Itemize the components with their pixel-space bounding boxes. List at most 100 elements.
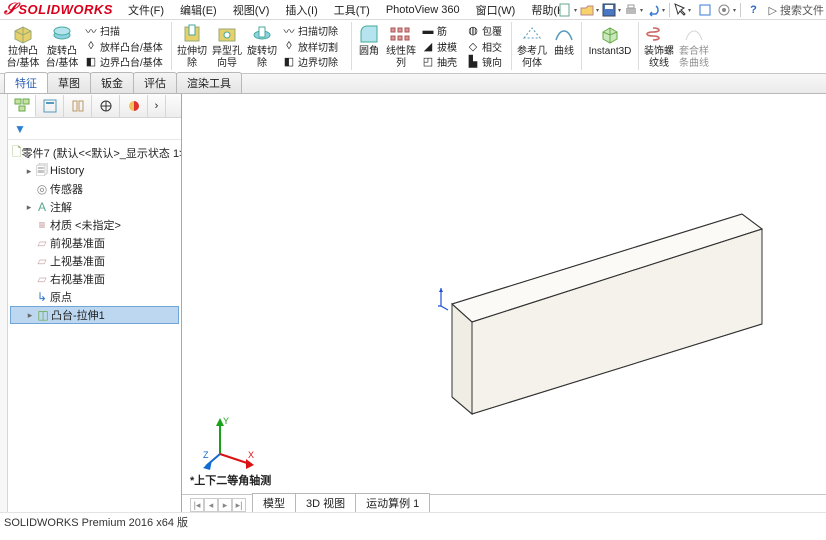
dimxpert-tab[interactable] (92, 95, 120, 117)
node-label: 零件7 (默认<<默认>_显示状态 1>) (22, 145, 181, 161)
cmd-label: 参考几 何体 (517, 46, 547, 70)
select-button[interactable]: ▾ (672, 1, 694, 19)
tree-origin[interactable]: ↳ 原点 (10, 288, 179, 306)
intersect-icon: ◇ (466, 39, 480, 53)
property-mgr-tab[interactable] (36, 95, 64, 117)
tab-last-button[interactable]: ▸| (232, 498, 246, 512)
cmd-shell[interactable]: ◰抽壳 (419, 54, 463, 69)
cmd-label: 线性阵 列 (386, 46, 416, 70)
bottom-tab-motion1[interactable]: 运动算例 1 (355, 493, 430, 512)
cmd-boundary-cut[interactable]: ◧边界切除 (280, 54, 348, 69)
undo-button[interactable]: ▾ (645, 1, 667, 19)
plane-icon: ▱ (34, 272, 50, 286)
dropdown-icon: ▾ (640, 7, 643, 14)
fm-filter-row: ▼ (8, 118, 181, 140)
bottom-tab-3dview[interactable]: 3D 视图 (295, 493, 356, 512)
expand-icon[interactable]: ▸ (25, 310, 35, 321)
manager-tabs: › (8, 94, 181, 118)
menu-tools[interactable]: 工具(T) (326, 2, 378, 18)
tab-sheetmetal[interactable]: 钣金 (90, 72, 134, 93)
tab-evaluate[interactable]: 评估 (133, 72, 177, 93)
cmd-sweep[interactable]: 〰扫描 (82, 23, 168, 38)
cmd-intersect[interactable]: ◇相交 (464, 39, 508, 54)
cmd-thread[interactable]: 装饰螺 纹线 (642, 22, 676, 72)
cmd-instant3d[interactable]: Instant3D (585, 22, 635, 72)
menu-window[interactable]: 窗口(W) (468, 2, 524, 18)
cmd-extrude-cut[interactable]: 拉伸切 除 (175, 22, 209, 72)
menu-edit[interactable]: 编辑(E) (172, 2, 225, 18)
quick-toolbar: ▾ ▾ ▾ ▾ ▾ ▾ ▾ ? ▷ 搜索文件 (557, 0, 824, 20)
cmd-wrap[interactable]: ◍包覆 (464, 23, 508, 38)
cmd-curves[interactable]: 曲线 (550, 22, 578, 72)
open-doc-button[interactable]: ▾ (579, 1, 601, 19)
menu-insert[interactable]: 插入(I) (277, 2, 325, 18)
ribbon-separator (581, 22, 582, 70)
curves-icon (550, 22, 578, 46)
cmd-boundary[interactable]: ◧边界凸台/基体 (82, 54, 168, 69)
view-triad[interactable]: Y X Z (204, 414, 258, 468)
fm-tree-tab[interactable] (8, 95, 36, 117)
cmd-rib[interactable]: ▬筋 (419, 23, 463, 38)
rebuild-button[interactable] (694, 1, 716, 19)
task-pane-strip[interactable] (0, 94, 8, 512)
cmd-revolve-cut[interactable]: 旋转切 除 (245, 22, 279, 72)
node-label: 材质 <未指定> (50, 217, 121, 233)
save-button[interactable]: ▾ (601, 1, 623, 19)
cmd-linear-pattern[interactable]: 线性阵 列 (384, 22, 418, 72)
search-box[interactable]: ▷ 搜索文件 (769, 2, 824, 18)
cmd-mirror[interactable]: ▙镜向 (464, 54, 508, 69)
cmd-ref-geometry[interactable]: 参考几 何体 (515, 22, 549, 72)
boundary-icon: ◧ (84, 55, 98, 69)
tab-sketch[interactable]: 草图 (47, 72, 91, 93)
new-doc-button[interactable]: ▾ (557, 1, 579, 19)
tree-history[interactable]: ▸ 🗐 History (10, 162, 179, 180)
tree-root[interactable]: 🗋 零件7 (默认<<默认>_显示状态 1>) (10, 144, 179, 162)
cmd-sweep-cut[interactable]: 〰扫描切除 (280, 23, 348, 38)
loft-cut-icon: ◊ (282, 39, 296, 53)
boundary-cut-icon: ◧ (282, 55, 296, 69)
menu-bar: 文件(F) 编辑(E) 视图(V) 插入(I) 工具(T) PhotoView … (0, 0, 826, 20)
origin-marker (438, 288, 456, 313)
tree-front-plane[interactable]: ▱ 前视基准面 (10, 234, 179, 252)
tree-top-plane[interactable]: ▱ 上视基准面 (10, 252, 179, 270)
feature-manager-panel: › ▼ 🗋 零件7 (默认<<默认>_显示状态 1>) ▸ 🗐 History … (8, 94, 182, 512)
graphics-viewport[interactable]: Y X Z 上下二等角轴测 |◂ ◂ ▸ ▸| 模型 3D 视图 运动算例 1 (182, 94, 826, 512)
options-button[interactable]: ▾ (716, 1, 738, 19)
tree-sensors[interactable]: ◎ 传感器 (10, 180, 179, 198)
cmd-hole-wizard[interactable]: 异型孔 向导 (210, 22, 244, 72)
ribbon-group-features: ▬筋 ◢拔模 ◰抽壳 (419, 22, 463, 70)
svg-text:Z: Z (203, 450, 209, 460)
material-icon: ≡ (34, 218, 50, 232)
bottom-tab-model[interactable]: 模型 (252, 493, 296, 512)
print-button[interactable]: ▾ (623, 1, 645, 19)
cmd-revolve-boss[interactable]: 旋转凸 台/基体 (43, 22, 81, 72)
search-placeholder: 搜索文件 (780, 2, 824, 18)
menu-view[interactable]: 视图(V) (225, 2, 278, 18)
tab-next-button[interactable]: ▸ (218, 498, 232, 512)
cmd-extrude-boss[interactable]: 拉伸凸 台/基体 (4, 22, 42, 72)
tree-right-plane[interactable]: ▱ 右视基准面 (10, 270, 179, 288)
ribbon: 拉伸凸 台/基体 旋转凸 台/基体 〰扫描 ◊放样凸台/基体 ◧边界凸台/基体 … (0, 20, 826, 74)
funnel-icon[interactable]: ▼ (14, 122, 26, 136)
tree-annotations[interactable]: ▸ A 注解 (10, 198, 179, 216)
tab-features[interactable]: 特征 (4, 72, 48, 93)
tab-render[interactable]: 渲染工具 (176, 72, 242, 93)
cmd-fillet[interactable]: 圆角 (355, 22, 383, 72)
cmd-loft-cut[interactable]: ◊放样切割 (280, 39, 348, 54)
help-button[interactable]: ? (743, 1, 765, 19)
config-mgr-tab[interactable] (64, 95, 92, 117)
menu-file[interactable]: 文件(F) (120, 2, 172, 18)
tab-prev-button[interactable]: ◂ (204, 498, 218, 512)
cmd-label: 圆角 (359, 46, 379, 58)
expand-icon[interactable]: ▸ (24, 166, 34, 177)
tab-first-button[interactable]: |◂ (190, 498, 204, 512)
tree-material[interactable]: ≡ 材质 <未指定> (10, 216, 179, 234)
cmd-fit-spline[interactable]: 套合样 条曲线 (677, 22, 711, 72)
menu-pv360[interactable]: PhotoView 360 (378, 4, 468, 16)
fm-more-tab[interactable]: › (148, 95, 166, 117)
tree-extrude1[interactable]: ▸ ◫ 凸台-拉伸1 (10, 306, 179, 324)
display-mgr-tab[interactable] (120, 95, 148, 117)
cmd-loft[interactable]: ◊放样凸台/基体 (82, 39, 168, 54)
cmd-draft[interactable]: ◢拔模 (419, 39, 463, 54)
expand-icon[interactable]: ▸ (24, 202, 34, 213)
